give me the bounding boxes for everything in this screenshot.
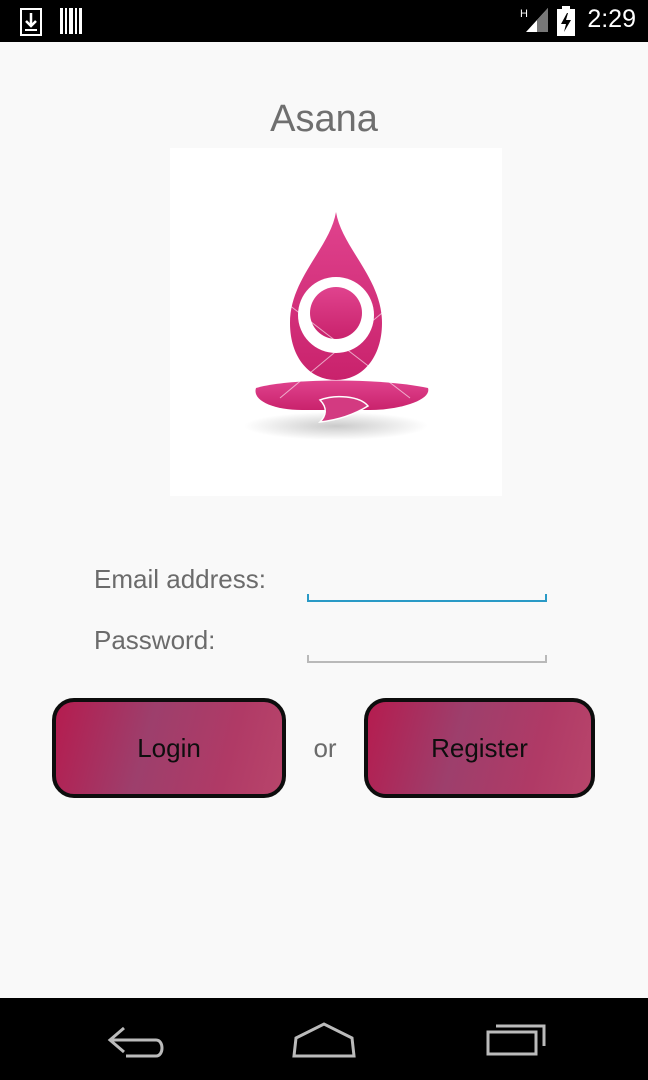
login-button-label: Login: [137, 732, 201, 763]
battery-charging-icon: [557, 6, 575, 41]
password-field-underline: [307, 655, 547, 663]
recent-apps-icon[interactable]: [476, 1018, 556, 1062]
register-button-label: Register: [431, 732, 528, 763]
back-icon[interactable]: [96, 1018, 176, 1062]
status-time: 2:29: [587, 5, 636, 33]
barcode-icon: [60, 8, 82, 39]
login-button[interactable]: Login: [52, 698, 286, 798]
app-title: Asana: [270, 98, 378, 140]
lotus-meditation-logo-icon: [244, 212, 429, 440]
navigation-bar: [0, 998, 648, 1080]
register-button[interactable]: Register: [364, 698, 595, 798]
password-label: Password:: [94, 625, 216, 655]
app-logo: [170, 148, 502, 496]
login-screen: H 2:29 Asana Email address: Password: Lo…: [0, 0, 648, 1080]
or-separator: or: [313, 733, 337, 763]
signal-icon: H: [520, 6, 550, 39]
download-icon: [20, 8, 42, 41]
home-icon[interactable]: [284, 1018, 364, 1062]
network-type-label: H: [520, 8, 528, 20]
status-bar: H 2:29: [0, 0, 648, 42]
email-label: Email address:: [94, 564, 266, 594]
email-field-underline: [307, 594, 547, 602]
password-field[interactable]: [307, 620, 547, 660]
